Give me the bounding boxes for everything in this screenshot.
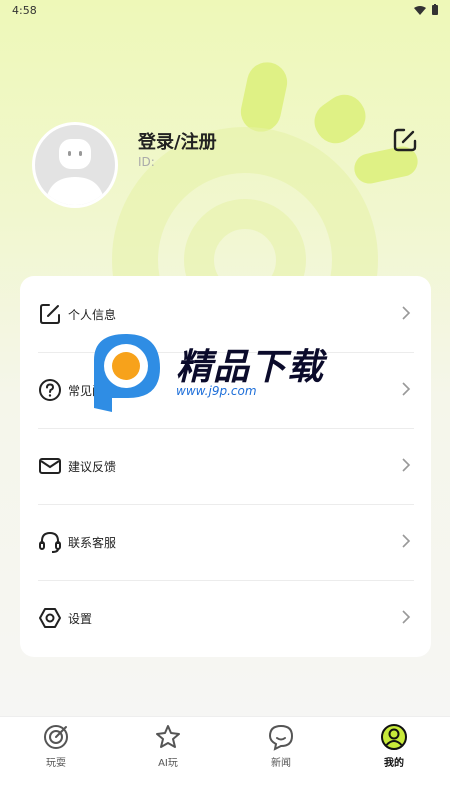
wifi-icon <box>414 5 426 15</box>
profile-section <box>32 122 118 208</box>
bottom-nav: 玩耍 AI玩 新闻 我的 <box>0 716 450 801</box>
login-register-link[interactable]: 登录/注册 <box>138 128 217 154</box>
status-time: 4:58 <box>12 4 37 17</box>
menu-item-label: 设置 <box>68 611 93 626</box>
watermark: 精品下载 www.j9p.com <box>88 330 348 416</box>
default-avatar-icon <box>45 139 105 205</box>
chevron-right-icon <box>402 306 411 320</box>
menu-item-customer-service[interactable]: 联系客服 <box>38 504 414 580</box>
watermark-logo <box>94 334 160 412</box>
menu-item-label: 建议反馈 <box>68 459 117 474</box>
tab-label: 玩耍 <box>46 758 66 769</box>
menu-item-label: 个人信息 <box>68 307 117 322</box>
tab-mine[interactable]: 我的 <box>338 717 450 777</box>
tab-news[interactable]: 新闻 <box>225 717 337 777</box>
status-bar: 4:58 <box>0 0 450 22</box>
tab-label: 我的 <box>384 758 404 769</box>
headset-icon <box>39 531 61 553</box>
battery-icon <box>432 4 438 15</box>
menu-item-settings[interactable]: 设置 <box>38 580 414 656</box>
edit-icon <box>40 304 60 324</box>
mail-icon <box>39 458 61 474</box>
tab-ai-play[interactable]: AI玩 <box>112 717 224 777</box>
tab-label: AI玩 <box>158 758 178 769</box>
chevron-right-icon <box>402 534 411 548</box>
user-icon <box>381 724 407 750</box>
chat-icon <box>268 724 294 751</box>
edit-profile-icon[interactable] <box>392 127 418 153</box>
question-icon <box>39 379 61 401</box>
user-id-label: ID: <box>138 155 155 169</box>
menu-item-feedback[interactable]: 建议反馈 <box>38 428 414 504</box>
target-icon <box>44 725 68 749</box>
menu-item-label: 联系客服 <box>68 535 117 550</box>
tab-play[interactable]: 玩耍 <box>0 717 112 777</box>
avatar[interactable] <box>32 122 118 208</box>
watermark-url: www.j9p.com <box>176 384 257 398</box>
watermark-title: 精品下载 <box>176 347 325 388</box>
chevron-right-icon <box>402 382 411 396</box>
chevron-right-icon <box>402 458 411 472</box>
tab-label: 新闻 <box>271 758 291 769</box>
chevron-right-icon <box>402 610 411 624</box>
star-icon <box>156 725 180 748</box>
settings-icon <box>39 608 61 628</box>
